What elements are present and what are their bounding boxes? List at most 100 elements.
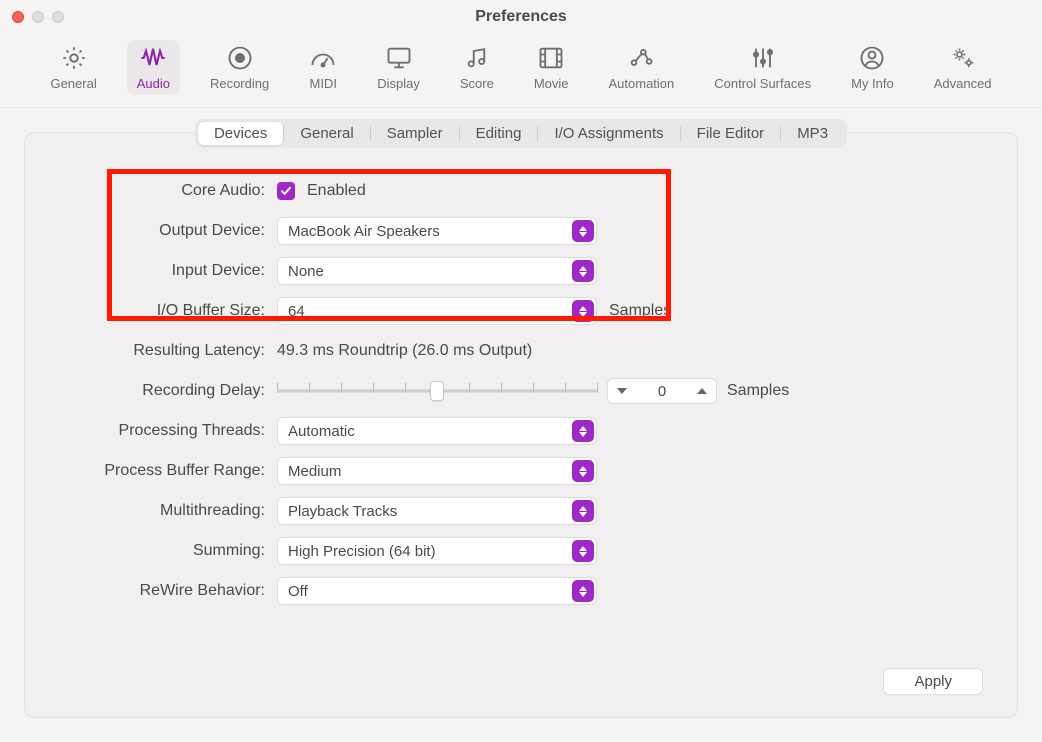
- io-buffer-select[interactable]: 64: [277, 297, 597, 325]
- summing-label: Summing:: [55, 542, 265, 560]
- rewire-label: ReWire Behavior:: [55, 582, 265, 600]
- toolbar-tab-advanced[interactable]: Advanced: [924, 40, 1002, 95]
- resulting-latency-value: 49.3 ms Roundtrip (26.0 ms Output): [277, 342, 532, 360]
- slider-thumb[interactable]: [430, 381, 444, 401]
- output-device-row: Output Device: MacBook Air Speakers: [55, 216, 987, 246]
- recording-delay-row: Recording Delay:: [55, 376, 987, 406]
- subtab-devices[interactable]: Devices: [198, 122, 283, 145]
- subtab-mp3[interactable]: MP3: [781, 122, 844, 145]
- gear-icon: [60, 44, 88, 72]
- multithreading-select[interactable]: Playback Tracks: [277, 497, 597, 525]
- toolbar-tab-midi[interactable]: MIDI: [299, 40, 347, 95]
- gauge-icon: [309, 44, 337, 72]
- toolbar-label: Control Surfaces: [714, 76, 811, 91]
- audio-panel: Devices General Sampler Editing I/O Assi…: [24, 132, 1018, 718]
- apply-button[interactable]: Apply: [883, 668, 983, 695]
- select-caret-icon: [572, 580, 594, 602]
- toolbar-label: Audio: [137, 76, 170, 91]
- core-audio-checkbox[interactable]: [277, 182, 295, 200]
- toolbar-tab-score[interactable]: Score: [450, 40, 504, 95]
- check-icon: [280, 185, 292, 197]
- summing-select[interactable]: High Precision (64 bit): [277, 537, 597, 565]
- subtab-general[interactable]: General: [284, 122, 369, 145]
- subtabs: Devices General Sampler Editing I/O Assi…: [55, 119, 987, 148]
- toolbar-tab-my-info[interactable]: My Info: [841, 40, 904, 95]
- processing-threads-select[interactable]: Automatic: [277, 417, 597, 445]
- rewire-select[interactable]: Off: [277, 577, 597, 605]
- subtab-io-assignments[interactable]: I/O Assignments: [538, 122, 679, 145]
- process-buffer-range-row: Process Buffer Range: Medium: [55, 456, 987, 486]
- select-caret-icon: [572, 260, 594, 282]
- resulting-latency-row: Resulting Latency: 49.3 ms Roundtrip (26…: [55, 336, 987, 366]
- io-buffer-value: 64: [288, 303, 305, 320]
- select-caret-icon: [572, 220, 594, 242]
- toolbar-label: MIDI: [309, 76, 336, 91]
- subtab-file-editor[interactable]: File Editor: [681, 122, 781, 145]
- select-caret-icon: [572, 420, 594, 442]
- record-icon: [226, 44, 254, 72]
- input-device-select[interactable]: None: [277, 257, 597, 285]
- toolbar-label: Advanced: [934, 76, 992, 91]
- processing-threads-row: Processing Threads: Automatic: [55, 416, 987, 446]
- multithreading-value: Playback Tracks: [288, 503, 397, 520]
- minimize-window-button[interactable]: [32, 11, 44, 23]
- sliders-icon: [749, 44, 777, 72]
- toolbar-tab-control-surfaces[interactable]: Control Surfaces: [704, 40, 821, 95]
- gears-icon: [949, 44, 977, 72]
- summing-value: High Precision (64 bit): [288, 543, 436, 560]
- resulting-latency-label: Resulting Latency:: [55, 342, 265, 360]
- toolbar-label: My Info: [851, 76, 894, 91]
- toolbar-tab-display[interactable]: Display: [367, 40, 430, 95]
- person-icon: [858, 44, 886, 72]
- automation-icon: [627, 44, 655, 72]
- recording-delay-stepper[interactable]: 0: [607, 378, 717, 404]
- processing-threads-value: Automatic: [288, 423, 355, 440]
- close-window-button[interactable]: [12, 11, 24, 23]
- titlebar: Preferences: [0, 0, 1042, 34]
- output-device-select[interactable]: MacBook Air Speakers: [277, 217, 597, 245]
- core-audio-row: Core Audio: Enabled: [55, 176, 987, 206]
- core-audio-label: Core Audio:: [55, 182, 265, 200]
- output-device-label: Output Device:: [55, 222, 265, 240]
- process-buffer-range-value: Medium: [288, 463, 341, 480]
- stepper-down-button[interactable]: [608, 388, 636, 394]
- io-buffer-row: I/O Buffer Size: 64 Samples: [55, 296, 987, 326]
- toolbar-tab-general[interactable]: General: [40, 40, 106, 95]
- waveform-icon: [139, 44, 167, 72]
- subtab-sampler[interactable]: Sampler: [371, 122, 459, 145]
- devices-form: Core Audio: Enabled Output Device: MacBo…: [55, 176, 987, 606]
- io-buffer-suffix: Samples: [609, 302, 671, 320]
- select-caret-icon: [572, 500, 594, 522]
- rewire-row: ReWire Behavior: Off: [55, 576, 987, 606]
- toolbar-label: General: [50, 76, 96, 91]
- recording-delay-label: Recording Delay:: [55, 382, 265, 400]
- toolbar-tab-automation[interactable]: Automation: [599, 40, 685, 95]
- multithreading-row: Multithreading: Playback Tracks: [55, 496, 987, 526]
- subtab-editing[interactable]: Editing: [460, 122, 538, 145]
- toolbar-label: Score: [460, 76, 494, 91]
- film-icon: [537, 44, 565, 72]
- window-controls: [12, 11, 64, 23]
- toolbar-label: Movie: [534, 76, 569, 91]
- toolbar-label: Automation: [609, 76, 675, 91]
- zoom-window-button[interactable]: [52, 11, 64, 23]
- select-caret-icon: [572, 540, 594, 562]
- process-buffer-range-select[interactable]: Medium: [277, 457, 597, 485]
- recording-delay-value: 0: [636, 383, 688, 400]
- processing-threads-label: Processing Threads:: [55, 422, 265, 440]
- output-device-value: MacBook Air Speakers: [288, 223, 440, 240]
- preferences-toolbar: General Audio Recording MIDI Display Sco…: [0, 34, 1042, 108]
- stepper-up-button[interactable]: [688, 388, 716, 394]
- select-caret-icon: [572, 460, 594, 482]
- recording-delay-slider[interactable]: [277, 380, 597, 402]
- input-device-row: Input Device: None: [55, 256, 987, 286]
- core-audio-checkbox-label: Enabled: [307, 182, 366, 200]
- toolbar-tab-movie[interactable]: Movie: [524, 40, 579, 95]
- toolbar-tab-audio[interactable]: Audio: [127, 40, 180, 95]
- toolbar-label: Display: [377, 76, 420, 91]
- rewire-value: Off: [288, 583, 308, 600]
- toolbar-label: Recording: [210, 76, 269, 91]
- io-buffer-label: I/O Buffer Size:: [55, 302, 265, 320]
- window-title: Preferences: [475, 8, 567, 26]
- toolbar-tab-recording[interactable]: Recording: [200, 40, 279, 95]
